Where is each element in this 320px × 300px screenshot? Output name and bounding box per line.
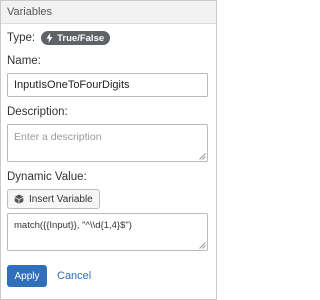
form-actions: Apply Cancel <box>7 265 210 287</box>
name-label: Name: <box>7 55 41 67</box>
insert-variable-label: Insert Variable <box>29 193 93 205</box>
description-textarea[interactable]: Enter a description <box>7 124 208 162</box>
insert-variable-button[interactable]: Insert Variable <box>7 189 100 209</box>
cancel-link[interactable]: Cancel <box>57 270 91 282</box>
resize-grip-icon[interactable] <box>199 153 206 160</box>
resize-grip-icon[interactable] <box>199 242 206 249</box>
panel-title: Variables <box>7 6 53 18</box>
dynamic-value-textarea[interactable]: match({{Input}}, "^\\d{1,4}$") <box>7 213 208 251</box>
type-badge: True/False <box>41 31 111 45</box>
panel-header: Variables <box>1 1 216 24</box>
cube-icon <box>14 194 24 204</box>
dynamic-value-expression: match({{Input}}, "^\\d{1,4}$") <box>14 220 132 231</box>
name-input-value: InputIsOneToFourDigits <box>14 79 130 91</box>
type-label: Type: <box>7 32 36 44</box>
type-badge-label: True/False <box>57 32 105 44</box>
type-row: Type: True/False <box>7 30 210 46</box>
name-input[interactable]: InputIsOneToFourDigits <box>7 73 208 97</box>
description-label: Description: <box>7 106 68 118</box>
dynamic-value-label: Dynamic Value: <box>7 171 87 183</box>
lightning-icon <box>46 33 53 43</box>
apply-button[interactable]: Apply <box>7 265 47 287</box>
description-placeholder: Enter a description <box>14 131 102 143</box>
panel-content: Type: True/False Name: InputIsOneToFourD… <box>1 30 216 287</box>
variables-panel: Variables Type: True/False Name: InputIs… <box>0 0 217 300</box>
